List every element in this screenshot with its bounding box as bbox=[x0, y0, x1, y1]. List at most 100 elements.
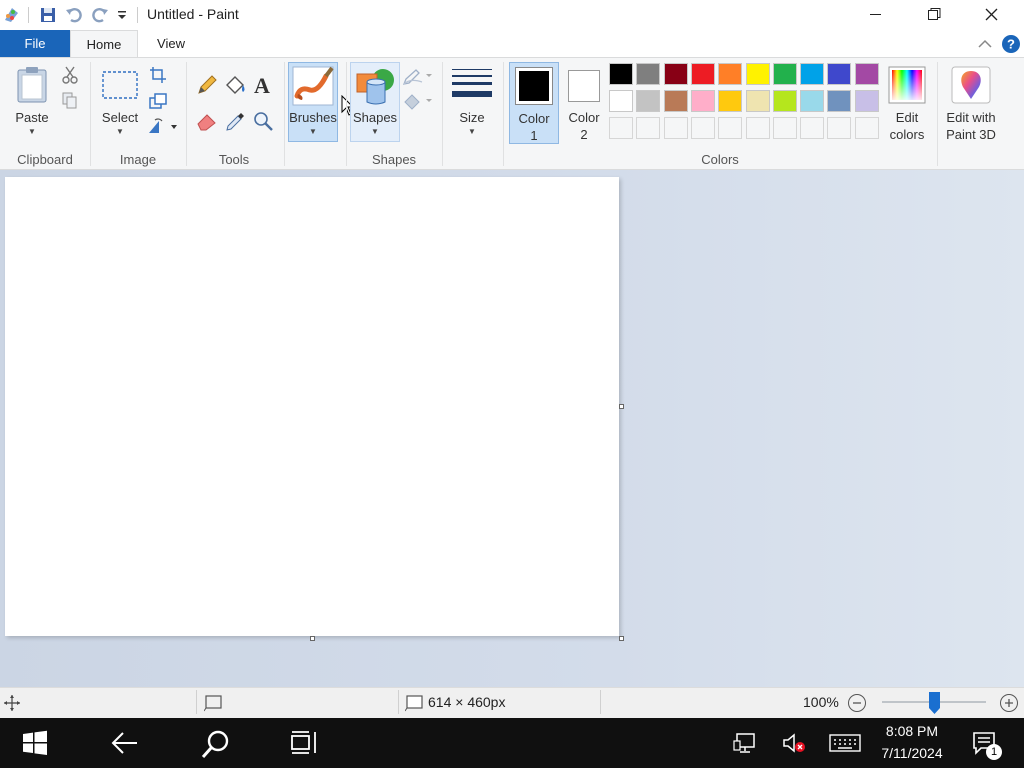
palette-color-swatch[interactable] bbox=[663, 63, 688, 85]
fill-icon[interactable] bbox=[402, 92, 432, 110]
palette-color-swatch[interactable] bbox=[609, 90, 633, 112]
clock-time[interactable]: 8:08 PM bbox=[870, 723, 954, 739]
group-separator bbox=[186, 62, 187, 166]
eraser-icon[interactable] bbox=[196, 110, 218, 132]
resize-icon[interactable] bbox=[149, 92, 167, 110]
palette-color-swatch[interactable] bbox=[636, 63, 661, 85]
color2-label: Color bbox=[568, 110, 600, 125]
minimize-button[interactable] bbox=[846, 0, 904, 30]
shapes-group-label: Shapes bbox=[371, 152, 417, 167]
palette-color-swatch[interactable] bbox=[718, 90, 743, 112]
palette-custom-color-slot[interactable] bbox=[772, 117, 797, 139]
windows-start-icon[interactable] bbox=[22, 730, 48, 756]
network-icon[interactable] bbox=[733, 732, 757, 754]
color1-button[interactable]: Color 1 bbox=[509, 62, 559, 144]
tab-view[interactable]: View bbox=[146, 30, 196, 58]
group-separator bbox=[503, 62, 504, 166]
palette-color-swatch[interactable] bbox=[718, 63, 743, 85]
tab-home[interactable]: Home bbox=[70, 30, 138, 58]
palette-color-swatch[interactable] bbox=[663, 90, 688, 112]
redo-icon[interactable] bbox=[90, 5, 110, 25]
paste-label: Paste bbox=[15, 110, 49, 125]
palette-custom-color-slot[interactable] bbox=[718, 117, 743, 139]
canvas-resize-handle-bottom[interactable] bbox=[310, 636, 315, 641]
palette-custom-color-slot[interactable] bbox=[663, 117, 688, 139]
palette-custom-color-slot[interactable] bbox=[690, 117, 715, 139]
brushes-button[interactable]: Brushes ▼ bbox=[288, 62, 338, 142]
fill-bucket-icon[interactable] bbox=[223, 74, 247, 96]
magnifier-icon[interactable] bbox=[252, 110, 274, 132]
save-icon[interactable] bbox=[38, 5, 58, 25]
palette-color-swatch[interactable] bbox=[745, 63, 770, 85]
group-separator bbox=[442, 62, 443, 166]
color-picker-icon[interactable] bbox=[224, 110, 246, 132]
outline-icon[interactable] bbox=[402, 68, 432, 86]
undo-icon[interactable] bbox=[64, 5, 84, 25]
palette-color-swatch[interactable] bbox=[800, 90, 825, 112]
edit-with-paint3d-button[interactable]: Edit with Paint 3D bbox=[940, 62, 1002, 146]
search-icon[interactable] bbox=[200, 728, 232, 760]
size-button[interactable]: Size ▼ bbox=[447, 62, 497, 142]
task-view-icon[interactable] bbox=[291, 730, 319, 756]
palette-custom-color-slot[interactable] bbox=[827, 117, 852, 139]
palette-color-swatch[interactable] bbox=[745, 90, 770, 112]
palette-color-swatch[interactable] bbox=[690, 90, 715, 112]
tab-file[interactable]: File bbox=[0, 30, 70, 58]
canvas-resize-handle-corner[interactable] bbox=[619, 636, 624, 641]
close-button[interactable] bbox=[962, 0, 1020, 30]
palette-color-swatch[interactable] bbox=[800, 63, 825, 85]
palette-color-swatch[interactable] bbox=[690, 63, 715, 85]
canvas-resize-handle-right[interactable] bbox=[619, 404, 624, 409]
tools-group-label: Tools bbox=[218, 152, 250, 167]
edit-colors-button[interactable]: Edit colors bbox=[884, 62, 930, 146]
zoom-slider-thumb[interactable] bbox=[928, 692, 940, 714]
palette-color-swatch[interactable] bbox=[827, 90, 852, 112]
back-arrow-icon[interactable] bbox=[110, 729, 140, 757]
palette-color-swatch[interactable] bbox=[609, 63, 633, 85]
palette-custom-color-slot[interactable] bbox=[745, 117, 770, 139]
shapes-icon bbox=[355, 66, 397, 111]
color2-button[interactable]: Color 2 bbox=[560, 62, 608, 144]
palette-color-swatch[interactable] bbox=[854, 90, 879, 112]
palette-custom-color-slot[interactable] bbox=[800, 117, 825, 139]
drawing-canvas[interactable] bbox=[5, 177, 619, 636]
shapes-button[interactable]: Shapes ▼ bbox=[350, 62, 400, 142]
palette-custom-color-slot[interactable] bbox=[636, 117, 661, 139]
crop-icon[interactable] bbox=[149, 66, 167, 84]
select-rectangle-icon bbox=[101, 70, 139, 103]
palette-color-swatch[interactable] bbox=[636, 90, 661, 112]
select-button[interactable]: Select ▼ bbox=[98, 64, 142, 140]
clock-date[interactable]: 7/11/2024 bbox=[870, 745, 954, 761]
palette-color-swatch[interactable] bbox=[772, 90, 797, 112]
shapes-dropdown-icon: ▼ bbox=[371, 127, 379, 136]
palette-custom-color-slot[interactable] bbox=[609, 117, 633, 139]
help-icon[interactable]: ? bbox=[1001, 34, 1021, 54]
text-tool-icon[interactable]: A bbox=[251, 72, 273, 98]
copy-icon[interactable] bbox=[62, 92, 78, 110]
qa-separator bbox=[28, 7, 29, 23]
paint-app-icon[interactable] bbox=[2, 5, 22, 25]
shapes-label: Shapes bbox=[352, 110, 398, 125]
customize-qa-dropdown-icon[interactable] bbox=[116, 8, 128, 22]
image-group-label: Image bbox=[119, 152, 157, 167]
palette-color-swatch[interactable] bbox=[772, 63, 797, 85]
touch-keyboard-icon[interactable] bbox=[829, 733, 861, 753]
paste-button[interactable]: Paste ▼ bbox=[12, 64, 52, 140]
pencil-icon[interactable] bbox=[196, 74, 218, 96]
brush-icon bbox=[292, 66, 334, 109]
rotate-icon[interactable] bbox=[147, 117, 177, 135]
colors-group-label: Colors bbox=[701, 152, 739, 167]
zoom-in-button[interactable] bbox=[998, 692, 1020, 714]
palette-color-swatch[interactable] bbox=[854, 63, 879, 85]
collapse-ribbon-icon[interactable] bbox=[976, 35, 994, 53]
group-separator bbox=[90, 62, 91, 166]
palette-color-swatch[interactable] bbox=[827, 63, 852, 85]
status-separator bbox=[398, 690, 399, 714]
volume-muted-icon[interactable] bbox=[782, 732, 808, 754]
maximize-button[interactable] bbox=[904, 0, 962, 30]
zoom-out-button[interactable] bbox=[846, 692, 868, 714]
palette-custom-color-slot[interactable] bbox=[854, 117, 879, 139]
cut-icon[interactable] bbox=[62, 66, 78, 84]
color1-number: 1 bbox=[530, 128, 538, 143]
paint3d-label-line1: Edit with bbox=[946, 110, 996, 125]
